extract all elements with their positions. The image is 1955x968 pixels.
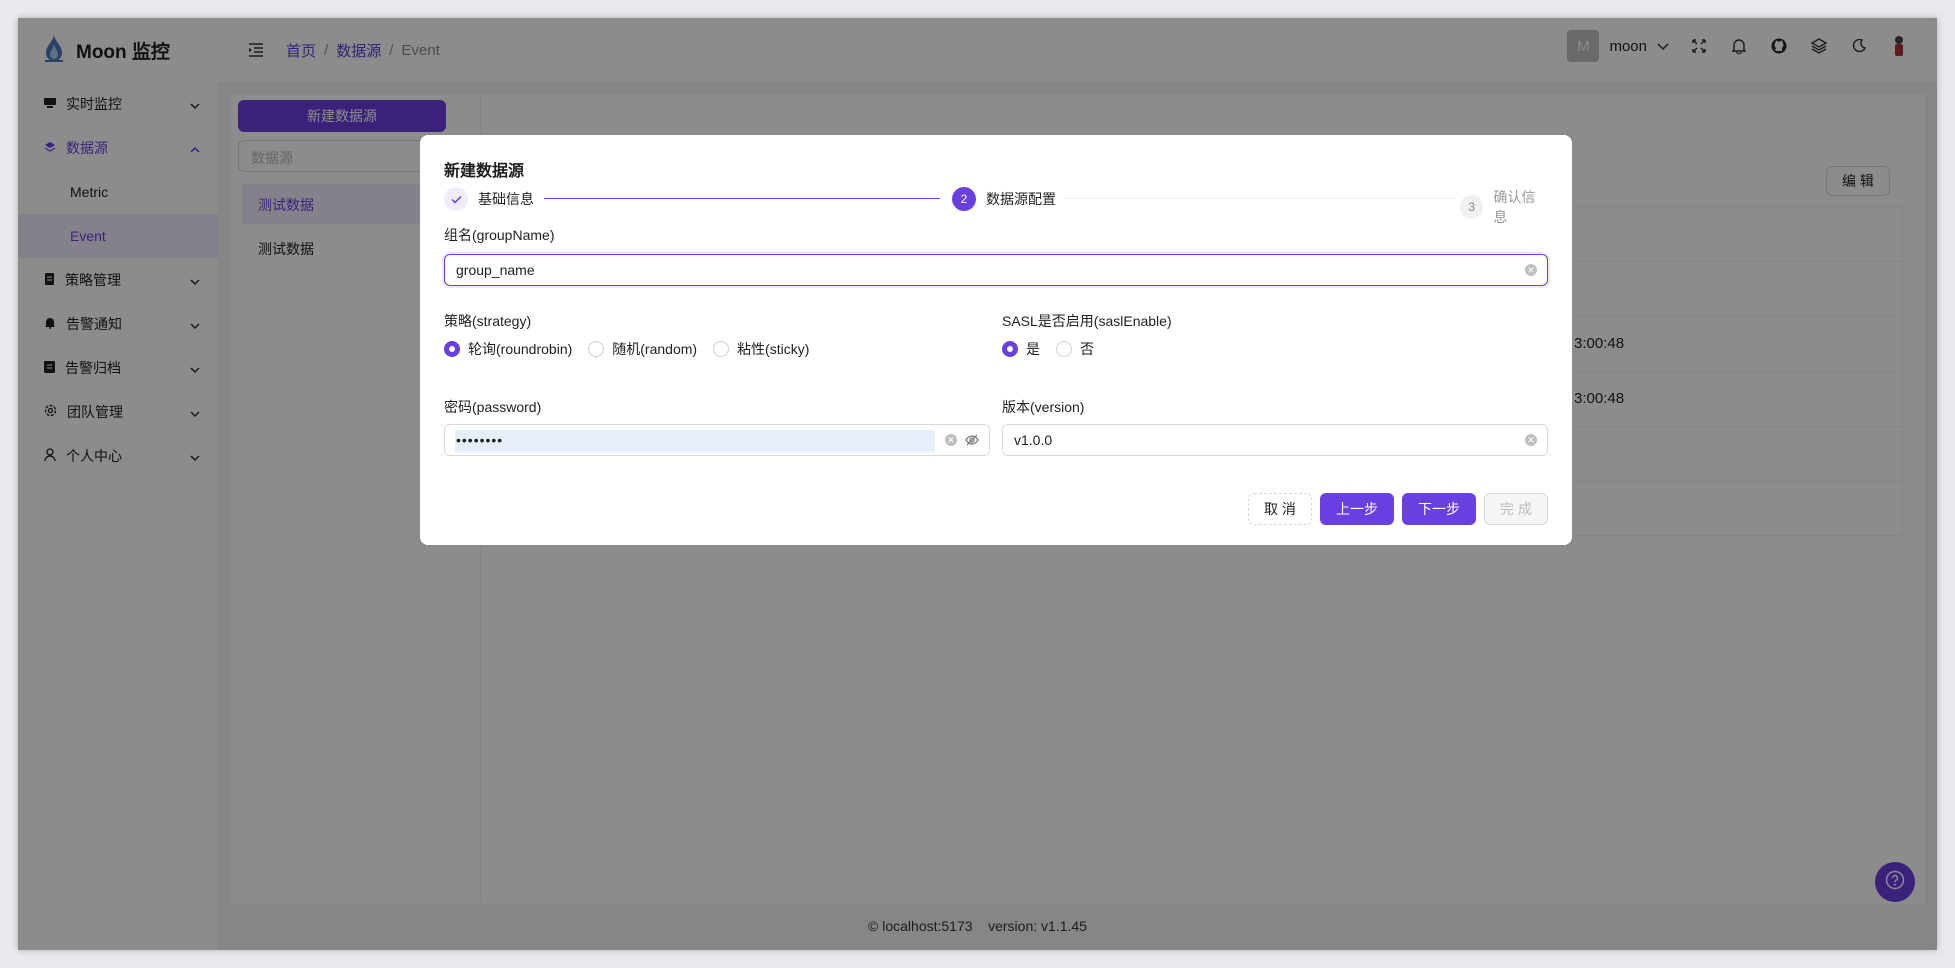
previous-step-button[interactable]: 上一步 — [1320, 493, 1394, 525]
step-connector-done — [544, 198, 940, 199]
group-name-input[interactable]: group_name ✕ — [444, 254, 1548, 286]
version-label: 版本(version) — [1002, 399, 1085, 415]
step-confirm: 3 确认信息 — [1460, 187, 1548, 227]
new-datasource-modal: 新建数据源 基础信息 2 数据源配置 3 确认信息 组名(groupName) … — [420, 135, 1572, 545]
radio-random[interactable]: 随机(random) — [588, 339, 697, 359]
radio-label: 否 — [1080, 341, 1094, 357]
radio-sasl-no[interactable]: 否 — [1056, 339, 1094, 359]
radio-label: 粘性(sticky) — [737, 341, 810, 357]
radio-checked-icon — [1002, 341, 1018, 357]
clear-icon[interactable]: ✕ — [1525, 434, 1537, 446]
step-label: 基础信息 — [478, 191, 534, 207]
group-name-value: group_name — [456, 262, 535, 278]
password-label: 密码(password) — [444, 399, 542, 415]
step-datasource-config: 2 数据源配置 — [952, 187, 1056, 211]
radio-label: 随机(random) — [612, 341, 698, 357]
step-connector-pending — [1066, 198, 1456, 199]
radio-sasl-yes[interactable]: 是 — [1002, 339, 1040, 359]
sasl-radio-group: 是 否 — [1002, 339, 1094, 359]
step-label: 确认信息 — [1493, 189, 1536, 225]
steps: 基础信息 2 数据源配置 3 确认信息 — [444, 187, 1548, 225]
radio-label: 轮询(roundrobin) — [468, 341, 573, 357]
radio-roundrobin[interactable]: 轮询(roundrobin) — [444, 339, 572, 359]
strategy-label: 策略(strategy) — [444, 313, 532, 329]
version-input[interactable]: v1.0.0 ✕ — [1002, 424, 1548, 456]
radio-label: 是 — [1026, 341, 1040, 357]
radio-unchecked-icon — [713, 341, 730, 357]
modal-title: 新建数据源 — [444, 163, 525, 180]
step-number: 3 — [1460, 195, 1484, 219]
step-label: 数据源配置 — [986, 191, 1056, 207]
eye-invisible-icon[interactable] — [965, 433, 979, 450]
app-window: Moon 监控 首页 / 数据源 / Event M moon 实时监控 数据源… — [18, 18, 1937, 950]
finish-button[interactable]: 完 成 — [1484, 493, 1548, 525]
clear-icon[interactable]: ✕ — [945, 434, 957, 446]
autofill-highlight — [455, 430, 935, 452]
step-basic-info: 基础信息 — [444, 187, 534, 211]
clear-icon[interactable]: ✕ — [1525, 264, 1537, 276]
password-value: •••••••• — [456, 432, 504, 448]
check-icon — [444, 187, 468, 211]
step-number: 2 — [952, 187, 976, 211]
next-step-button[interactable]: 下一步 — [1402, 493, 1476, 525]
radio-unchecked-icon — [1056, 341, 1072, 357]
radio-checked-icon — [444, 341, 460, 357]
sasl-label: SASL是否启用(saslEnable) — [1002, 313, 1172, 329]
group-name-label: 组名(groupName) — [444, 227, 555, 243]
strategy-radio-group: 轮询(roundrobin) 随机(random) 粘性(sticky) — [444, 339, 809, 359]
radio-unchecked-icon — [588, 341, 605, 357]
version-value: v1.0.0 — [1014, 432, 1053, 448]
password-input[interactable]: •••••••• ✕ — [444, 424, 990, 456]
radio-sticky[interactable]: 粘性(sticky) — [713, 339, 809, 359]
cancel-button[interactable]: 取 消 — [1248, 493, 1312, 525]
